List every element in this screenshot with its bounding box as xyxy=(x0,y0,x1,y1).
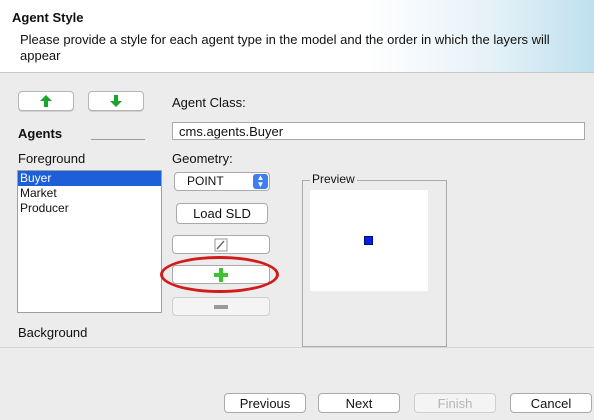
agents-heading: Agents xyxy=(18,126,63,141)
add-rule-button[interactable] xyxy=(172,265,270,284)
background-label: Background xyxy=(18,325,88,340)
previous-button[interactable]: Previous xyxy=(224,393,306,413)
up-arrow-icon xyxy=(40,95,52,107)
wizard-header: Agent Style Please provide a style for e… xyxy=(0,0,594,73)
agent-class-label: Agent Class: xyxy=(172,95,246,110)
plus-icon xyxy=(214,267,228,282)
agent-layer-list[interactable]: Buyer Market Producer xyxy=(17,170,162,313)
footer-divider xyxy=(0,347,594,348)
chevron-updown-icon: ▲ ▼ xyxy=(253,174,268,189)
foreground-label: Foreground xyxy=(18,151,86,166)
geometry-select[interactable]: POINT ▲ ▼ xyxy=(174,172,270,191)
preview-label: Preview xyxy=(310,172,357,186)
list-item[interactable]: Buyer xyxy=(18,171,161,186)
finish-button[interactable]: Finish xyxy=(414,393,496,413)
page-description: Please provide a style for each agent ty… xyxy=(20,32,550,63)
agent-class-field[interactable]: cms.agents.Buyer xyxy=(172,122,585,140)
page-title: Agent Style xyxy=(12,10,84,25)
down-arrow-icon xyxy=(110,95,122,107)
next-button[interactable]: Next xyxy=(318,393,400,413)
agents-separator xyxy=(91,139,145,140)
remove-rule-button[interactable] xyxy=(172,297,270,316)
edit-rule-icon xyxy=(214,238,228,251)
list-item[interactable]: Producer xyxy=(18,201,161,216)
point-marker-icon xyxy=(364,236,373,245)
list-item[interactable]: Market xyxy=(18,186,161,201)
geometry-label: Geometry: xyxy=(172,151,233,166)
geometry-select-value: POINT xyxy=(187,174,224,188)
minus-icon xyxy=(214,304,228,309)
edit-rule-button[interactable] xyxy=(172,235,270,254)
load-sld-button[interactable]: Load SLD xyxy=(176,203,268,224)
cancel-button[interactable]: Cancel xyxy=(510,393,592,413)
move-down-button[interactable] xyxy=(88,91,144,111)
move-up-button[interactable] xyxy=(18,91,74,111)
